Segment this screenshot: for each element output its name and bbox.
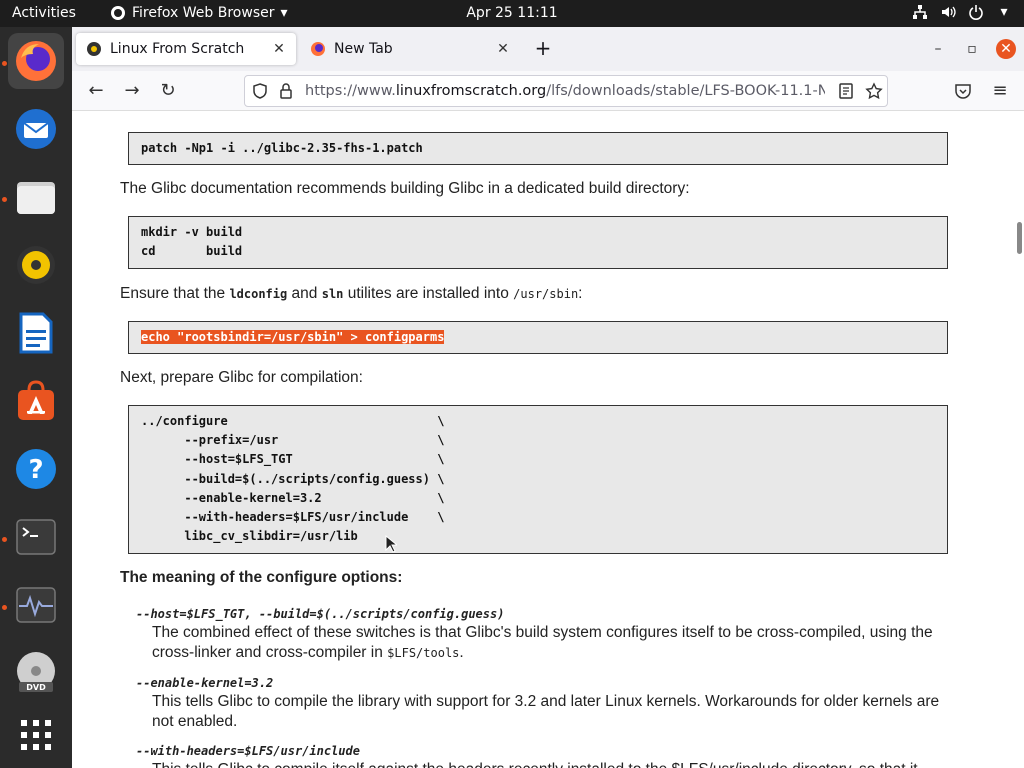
inline-code: /usr/sbin — [513, 287, 579, 301]
new-tab-button[interactable]: + — [531, 37, 555, 61]
close-tab-icon[interactable]: ✕ — [270, 40, 288, 58]
dvd-icon[interactable]: DVD — [8, 645, 64, 701]
option-term: --with-headers=$LFS/usr/include — [136, 744, 360, 758]
tab-title: Linux From Scratch — [110, 41, 245, 57]
code-block-mkdir: mkdir -v build cd build — [128, 216, 948, 269]
code-block-echo: echo "rootsbindir=/usr/sbin" > configpar… — [128, 321, 948, 354]
tab-linux-from-scratch[interactable]: Linux From Scratch ✕ — [76, 33, 296, 65]
paragraph: Ensure that the ldconfig and sln utilite… — [120, 285, 582, 303]
option-description: This tells Glibc to compile the library … — [152, 693, 940, 730]
text: : — [578, 285, 583, 302]
url-prefix: https://www. — [305, 83, 396, 99]
inline-code: ldconfig — [229, 287, 288, 301]
text: and — [287, 285, 322, 302]
files-icon[interactable] — [8, 169, 64, 225]
tab-strip: Linux From Scratch ✕ New Tab ✕ + – ▫ ✕ — [72, 27, 1024, 71]
lock-icon[interactable] — [277, 82, 295, 100]
firefox-icon[interactable] — [8, 33, 64, 89]
top-bar: Activities Firefox Web Browser ▾ Apr 25 … — [0, 0, 1024, 27]
text: . — [459, 644, 464, 661]
text: Ensure that the — [120, 285, 230, 302]
firefox-small-icon — [111, 6, 125, 20]
paragraph: Next, prepare Glibc for compilation: — [120, 369, 363, 386]
system-tray[interactable]: ▾ — [912, 4, 1012, 20]
running-indicator — [2, 537, 7, 542]
tab-new-tab[interactable]: New Tab ✕ — [300, 33, 520, 65]
option-description: This tells Glibc to compile itself again… — [152, 760, 952, 768]
option-term: --host=$LFS_TGT, --build=$(../scripts/co… — [136, 607, 505, 621]
scrollbar[interactable] — [1017, 222, 1022, 254]
close-window-icon[interactable]: ✕ — [996, 39, 1016, 59]
tab-title: New Tab — [334, 41, 393, 57]
clock[interactable]: Apr 25 11:11 — [466, 5, 557, 21]
code-block-configure: ../configure \ --prefix=/usr \ --host=$L… — [128, 405, 948, 554]
thunderbird-icon[interactable] — [8, 101, 64, 157]
writer-icon[interactable] — [8, 305, 64, 361]
back-icon[interactable]: ← — [84, 79, 108, 103]
mouse-cursor-icon — [385, 535, 397, 553]
pocket-icon[interactable] — [954, 82, 972, 100]
minimize-icon[interactable]: – — [928, 39, 948, 59]
forward-icon[interactable]: → — [120, 79, 144, 103]
software-icon[interactable] — [8, 373, 64, 429]
url-domain: linuxfromscratch.org — [395, 83, 547, 99]
paragraph: The Glibc documentation recommends build… — [120, 180, 690, 197]
page-content: patch -Np1 -i ../glibc-2.35-fhs-1.patch … — [72, 112, 1024, 768]
inline-code: sln — [321, 287, 344, 301]
url-path: /lfs/downloads/stable/LFS-BOOK-11.1-N — [546, 83, 825, 99]
system-monitor-icon[interactable] — [8, 577, 64, 633]
apps-grid-icon[interactable] — [8, 707, 64, 763]
nav-bar: ← → ↻ https://www.linuxfromscratch.org/l… — [72, 71, 1024, 111]
reader-view-icon[interactable] — [837, 82, 855, 100]
terminal-icon[interactable] — [8, 509, 64, 565]
option-description: The combined effect of these switches is… — [152, 623, 952, 663]
text: The combined effect of these switches is… — [152, 624, 933, 661]
selected-text[interactable]: echo "rootsbindir=/usr/sbin" > configpar… — [141, 330, 445, 344]
inline-code: $LFS/tools — [387, 646, 460, 660]
close-tab-icon[interactable]: ✕ — [494, 40, 512, 58]
maximize-icon[interactable]: ▫ — [962, 39, 982, 59]
lfs-favicon — [87, 42, 101, 56]
volume-icon[interactable] — [940, 4, 956, 20]
power-icon[interactable] — [968, 4, 984, 20]
running-indicator — [2, 197, 7, 202]
chevron-down-icon[interactable]: ▾ — [996, 4, 1012, 20]
running-indicator — [2, 605, 7, 610]
code-block-patch: patch -Np1 -i ../glibc-2.35-fhs-1.patch — [128, 132, 948, 165]
hamburger-menu-icon[interactable]: ≡ — [988, 79, 1012, 103]
running-indicator — [2, 61, 7, 66]
network-icon[interactable] — [912, 4, 928, 20]
firefox-favicon — [311, 42, 325, 56]
app-menu-label: Firefox Web Browser — [132, 5, 275, 21]
help-icon[interactable]: ? — [8, 441, 64, 497]
activities-button[interactable]: Activities — [12, 5, 76, 21]
option-term: --enable-kernel=3.2 — [136, 676, 274, 690]
firefox-window: Linux From Scratch ✕ New Tab ✕ + – ▫ ✕ ←… — [72, 27, 1024, 768]
bookmark-star-icon[interactable] — [865, 82, 883, 100]
app-menu[interactable]: Firefox Web Browser ▾ — [110, 5, 288, 21]
dock: ? DVD — [0, 27, 72, 768]
url-text[interactable]: https://www.linuxfromscratch.org/lfs/dow… — [305, 83, 825, 99]
svg-text:?: ? — [28, 455, 43, 485]
chevron-down-icon: ▾ — [280, 5, 288, 21]
url-bar[interactable]: https://www.linuxfromscratch.org/lfs/dow… — [244, 75, 888, 107]
svg-text:DVD: DVD — [26, 683, 46, 692]
reload-icon[interactable]: ↻ — [156, 79, 180, 103]
shield-icon[interactable] — [251, 82, 269, 100]
text: utilites are installed into — [343, 285, 514, 302]
section-heading: The meaning of the configure options: — [120, 569, 403, 586]
rhythmbox-icon[interactable] — [8, 237, 64, 293]
